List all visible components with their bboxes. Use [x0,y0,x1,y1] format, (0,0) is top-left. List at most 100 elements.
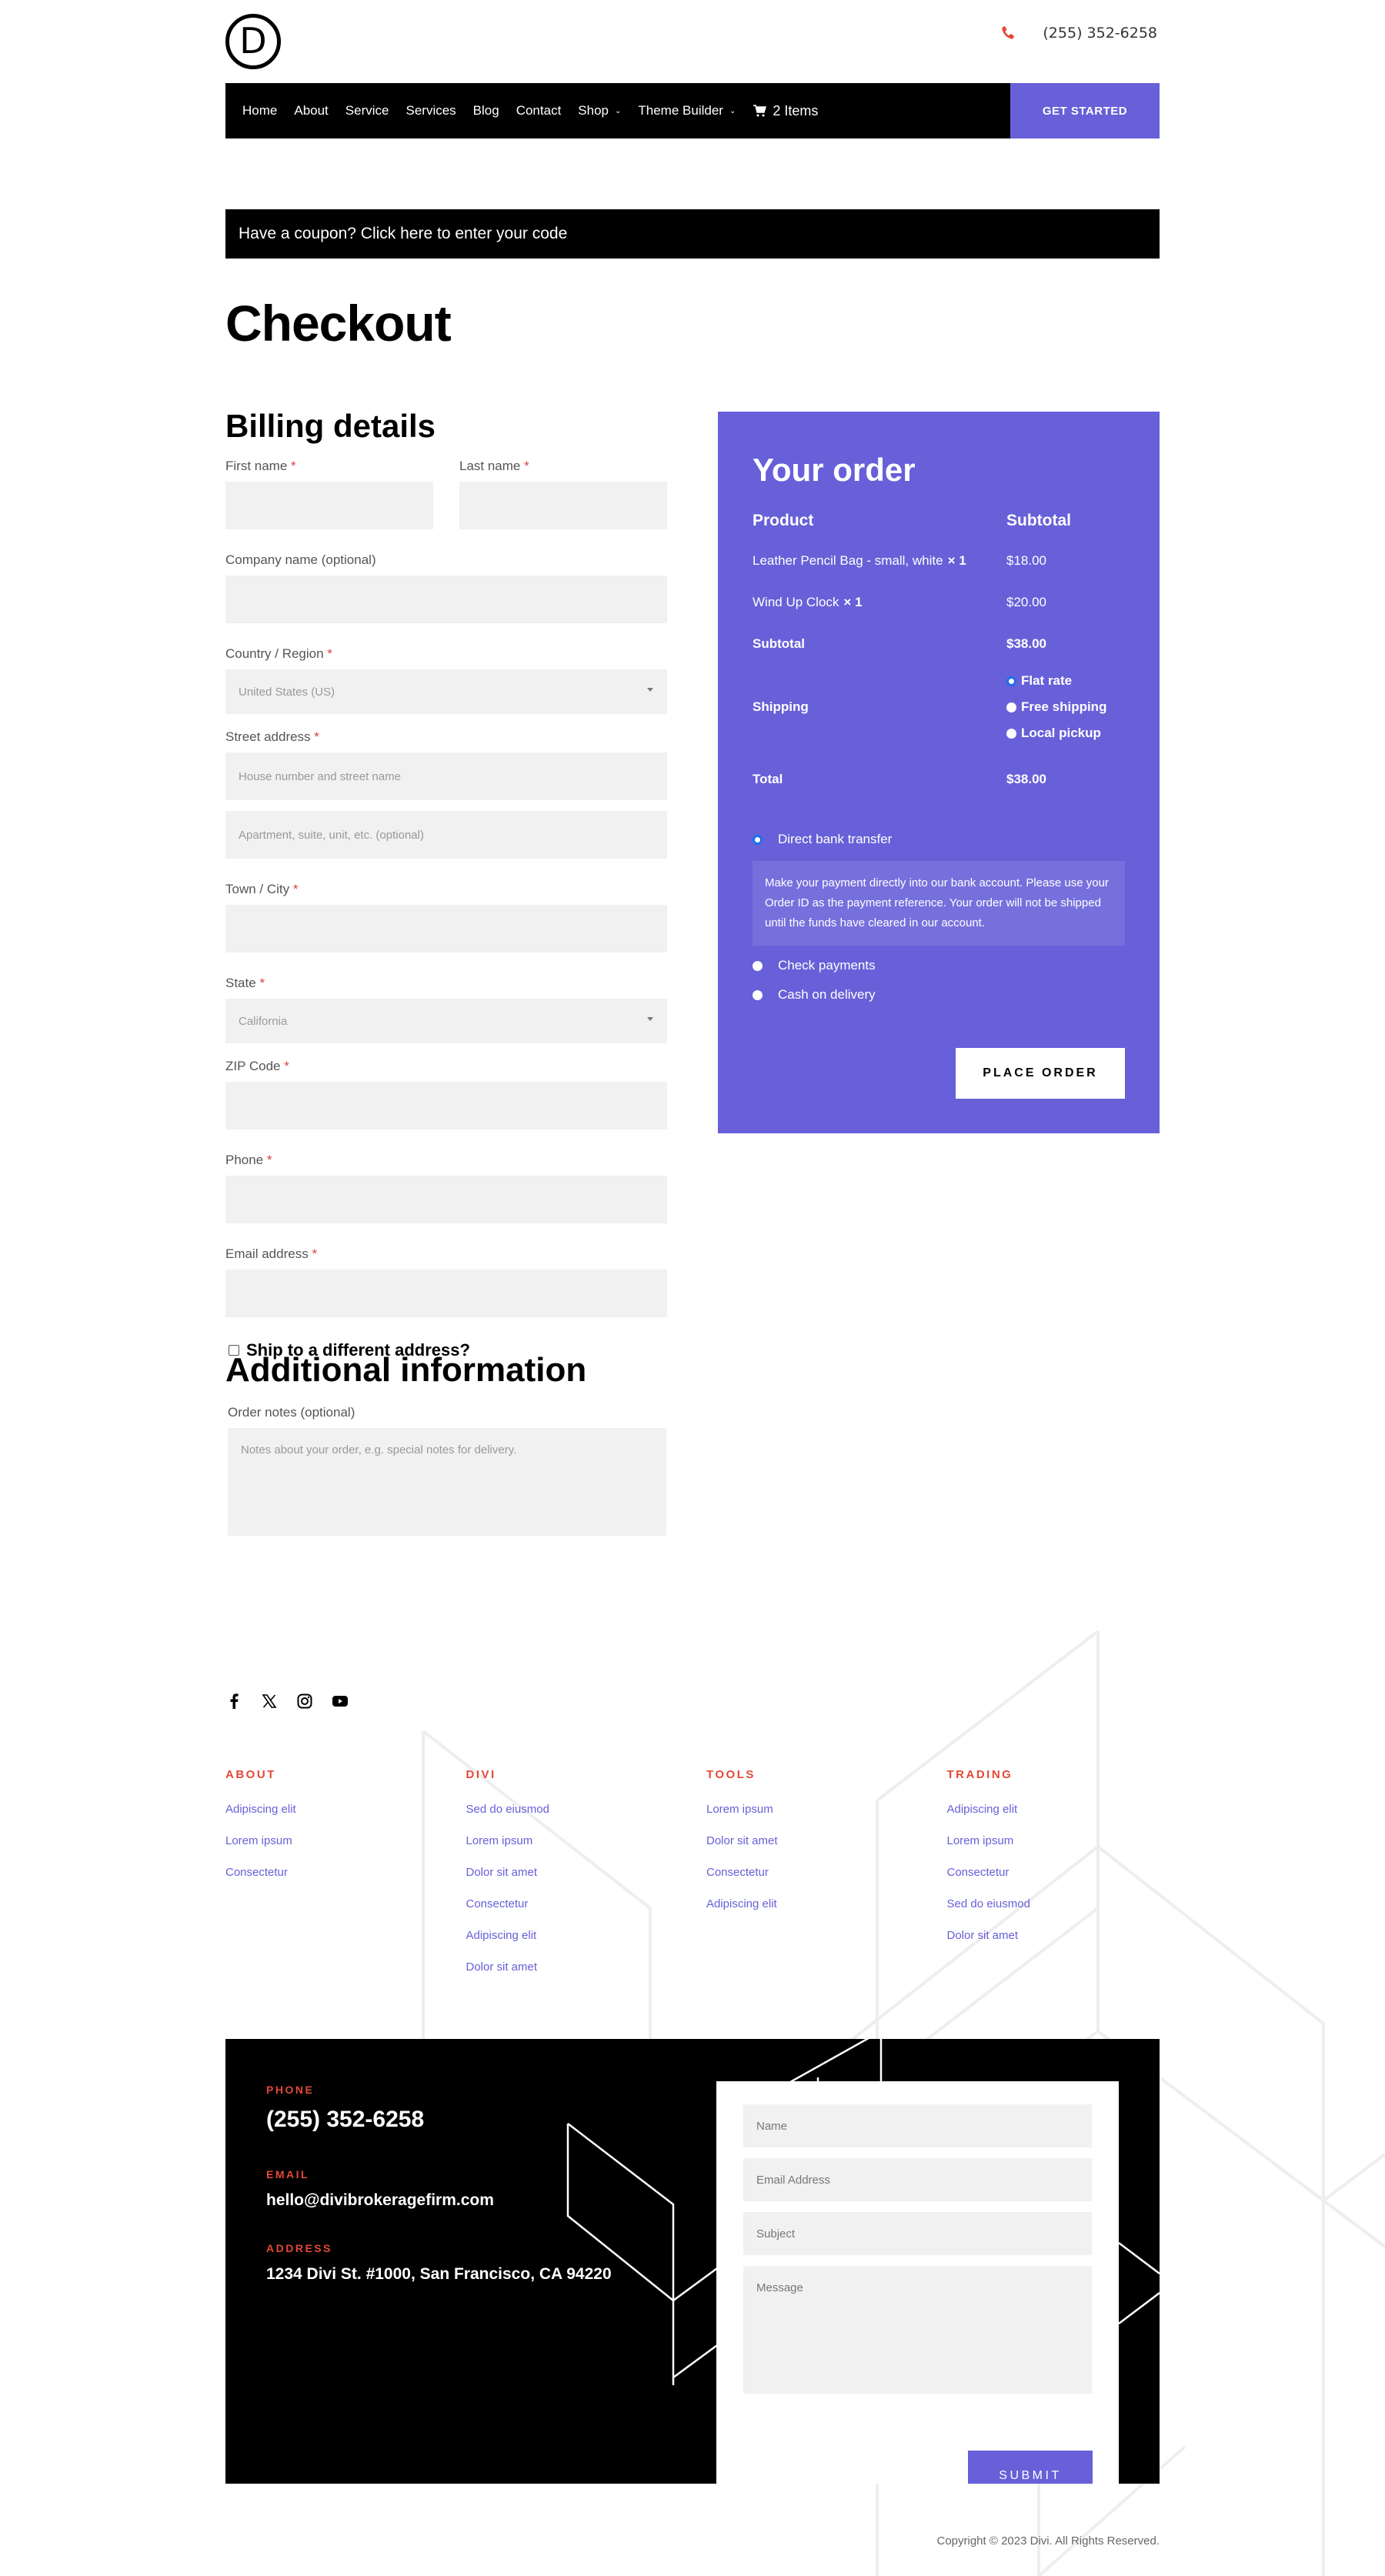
footer-link[interactable]: Consectetur [225,1866,466,1879]
contact-message-textarea[interactable]: Message [743,2266,1092,2394]
first-name-input[interactable] [225,482,433,529]
footer-column-tools: TOOLS Lorem ipsum Dolor sit amet Consectetu… [706,1768,947,1992]
last-name-input[interactable] [459,482,667,529]
footer-link[interactable]: Adipiscing elit [706,1897,947,1910]
nav-item-theme-builder[interactable]: Theme Builder ⌄ [638,103,736,118]
billing-details: Billing details First name * Last name *… [225,408,667,1360]
footer-link[interactable]: Dolor sit amet [466,1960,707,1974]
coupon-notice[interactable]: Have a coupon? Click here to enter your … [225,209,1160,259]
footer-link[interactable]: Dolor sit amet [947,1929,1188,1942]
contact-email-input[interactable]: Email Address [743,2158,1092,2201]
chevron-down-icon: ⌄ [729,106,736,115]
payment-option-cod[interactable]: Cash on delivery [753,987,1125,1003]
x-twitter-icon[interactable] [261,1693,278,1710]
order-notes-label: Order notes (optional) [228,1405,355,1420]
country-select[interactable]: United States (US) [225,669,667,714]
footer-column-about: ABOUT Adipiscing elit Lorem ipsum Consectet… [225,1768,466,1992]
contact-email-label: EMAIL [266,2168,310,2181]
cart-link[interactable]: 2 Items [753,103,818,119]
footer-column-title: TOOLS [706,1768,756,1781]
company-label: Company name (optional) [225,552,376,567]
order-subtotal-row: Subtotal $38.00 [753,636,1046,651]
state-select[interactable]: California [225,999,667,1043]
radio-icon[interactable] [753,960,763,971]
order-summary: Your order Product Subtotal Leather Penc… [718,412,1160,1133]
shipping-option[interactable]: Free shipping [1006,699,1125,715]
contact-name-input[interactable]: Name [743,2104,1092,2147]
footer-link[interactable]: Lorem ipsum [225,1834,466,1847]
place-order-button[interactable]: PLACE ORDER [956,1048,1125,1099]
street-label: Street address * [225,729,319,744]
payment-methods: Direct bank transfer Make your payment d… [753,832,1125,1003]
phone-input[interactable] [225,1176,667,1223]
instagram-icon[interactable] [296,1693,313,1710]
footer-link[interactable]: Dolor sit amet [466,1866,707,1879]
footer-link[interactable]: Consectetur [947,1866,1188,1879]
footer-link[interactable]: Adipiscing elit [947,1803,1188,1816]
street-input[interactable]: House number and street name [225,752,667,800]
zip-label: ZIP Code * [225,1059,289,1073]
contact-info: PHONE (255) 352-6258 EMAIL hello@divibro… [266,2084,612,2316]
payment-option-bank[interactable]: Direct bank transfer [753,832,1125,847]
footer-link[interactable]: Sed do eiusmod [466,1803,707,1816]
footer-link[interactable]: Dolor sit amet [706,1834,947,1847]
nav-item-about[interactable]: About [294,103,328,118]
radio-selected-icon[interactable] [753,834,763,845]
logo-letter: D [239,20,267,62]
apartment-input[interactable]: Apartment, suite, unit, etc. (optional) [225,811,667,859]
additional-title: Additional information [225,1351,587,1389]
social-links [225,1693,349,1710]
facebook-icon[interactable] [225,1693,242,1710]
order-notes-textarea[interactable]: Notes about your order, e.g. special not… [228,1428,666,1536]
nav-item-blog[interactable]: Blog [473,103,499,118]
footer-link[interactable]: Lorem ipsum [466,1834,707,1847]
contact-section: PHONE (255) 352-6258 EMAIL hello@divibro… [225,2039,1160,2484]
footer-column-title: ABOUT [225,1768,276,1781]
nav-item-shop[interactable]: Shop ⌄ [578,103,621,118]
state-label: State * [225,976,265,990]
chevron-down-icon [647,688,653,692]
header-phone: (255) 352-6258 [1000,25,1157,42]
zip-input[interactable] [225,1082,667,1130]
payment-option-check[interactable]: Check payments [753,958,1125,973]
nav-item-service[interactable]: Service [345,103,389,118]
footer-link[interactable]: Consectetur [706,1866,947,1879]
site-logo[interactable]: D [225,14,281,69]
radio-icon[interactable] [753,989,763,1000]
order-total-row: Total $38.00 [753,772,1046,786]
get-started-button[interactable]: GET STARTED [1010,83,1160,138]
footer-link[interactable]: Consectetur [466,1897,707,1910]
footer-columns: ABOUT Adipiscing elit Lorem ipsum Consectet… [225,1768,1187,1992]
footer-link[interactable]: Sed do eiusmod [947,1897,1188,1910]
order-item-row: Leather Pencil Bag - small, white × 1 $18… [753,553,1046,568]
company-input[interactable] [225,576,667,623]
order-shipping-row: Shipping Flat rate Free shipping Local pic… [753,673,1125,741]
nav-item-services[interactable]: Services [405,103,456,118]
phone-label: Phone * [225,1153,272,1167]
radio-icon[interactable] [1006,728,1016,739]
nav-item-home[interactable]: Home [242,103,277,118]
city-input[interactable] [225,905,667,953]
submit-button[interactable]: SUBMIT [968,2451,1093,2484]
contact-phone[interactable]: (255) 352-6258 [266,2107,612,2133]
footer-column-divi: DIVI Sed do eiusmod Lorem ipsum Dolor sit a… [466,1768,707,1992]
footer-link[interactable]: Adipiscing elit [225,1803,466,1816]
shipping-option[interactable]: Flat rate [1006,673,1125,689]
footer-link[interactable]: Lorem ipsum [947,1834,1188,1847]
chevron-down-icon: ⌄ [615,106,622,115]
shipping-option[interactable]: Local pickup [1006,726,1125,741]
footer-link[interactable]: Lorem ipsum [706,1803,947,1816]
radio-icon[interactable] [1006,702,1016,712]
radio-selected-icon[interactable] [1006,676,1016,686]
copyright: Copyright © 2023 Divi. All Rights Reserv… [936,2534,1160,2548]
footer-column-trading: TRADING Adipiscing elit Lorem ipsum Consect… [947,1768,1188,1992]
additional-info: Additional information Order notes (opti… [225,1351,667,1536]
email-input[interactable] [225,1270,667,1317]
contact-subject-input[interactable]: Subject [743,2212,1092,2255]
chevron-down-icon [647,1017,653,1021]
contact-email[interactable]: hello@divibrokeragefirm.com [266,2191,612,2210]
nav-item-contact[interactable]: Contact [516,103,562,118]
youtube-icon[interactable] [332,1693,349,1710]
footer-link[interactable]: Adipiscing elit [466,1929,707,1942]
order-item-row: Wind Up Clock × 1 $20.00 [753,595,1046,609]
